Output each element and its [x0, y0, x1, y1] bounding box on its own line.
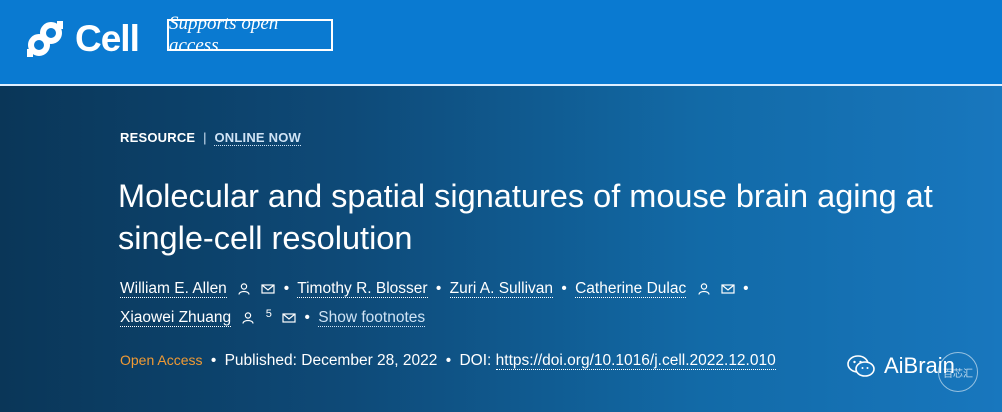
- wechat-icon: [847, 355, 875, 377]
- email-icon[interactable]: [261, 283, 276, 295]
- author-name[interactable]: William E. Allen: [120, 280, 227, 298]
- article-title: Molecular and spatial signatures of mous…: [118, 178, 933, 256]
- person-icon[interactable]: [237, 283, 251, 295]
- email-icon[interactable]: [282, 312, 296, 324]
- info-separator: •: [210, 352, 217, 369]
- author-separator: •: [283, 280, 290, 297]
- journal-header: Cell Supports open access: [0, 0, 1002, 84]
- author-list: William E. Allen • Timothy R. Blosser • …: [120, 274, 880, 332]
- affiliation-footnote[interactable]: 5: [266, 308, 272, 320]
- watermark-seal: 百芯汇: [938, 352, 978, 392]
- author-separator: •: [561, 280, 567, 297]
- logo-text: Cell: [75, 18, 140, 59]
- doi-link[interactable]: https://doi.org/10.1016/j.cell.2022.12.0…: [495, 352, 776, 370]
- author-separator: •: [435, 280, 442, 297]
- author-line-1: William E. Allen • Timothy R. Blosser • …: [120, 274, 880, 303]
- author-name[interactable]: Zuri A. Sullivan: [449, 280, 554, 298]
- author-line-2: Xiaowei Zhuang 5 • Show footnotes: [120, 303, 880, 332]
- email-icon[interactable]: [721, 283, 735, 295]
- published-date: Published: December 28, 2022: [224, 352, 438, 369]
- cell-logo[interactable]: Cell: [25, 18, 140, 60]
- doi-label: DOI:: [459, 352, 492, 369]
- publication-info: Open Access • Published: December 28, 20…: [120, 352, 776, 370]
- person-icon[interactable]: [241, 312, 255, 324]
- show-footnotes-link[interactable]: Show footnotes: [318, 309, 426, 327]
- open-access-label: Open Access: [120, 352, 203, 368]
- author-name[interactable]: Catherine Dulac: [575, 280, 687, 298]
- watermark-seal-text: 百芯汇: [943, 368, 973, 380]
- author-separator: •: [743, 280, 749, 297]
- person-icon[interactable]: [697, 283, 711, 295]
- open-access-badge: Supports open access: [167, 13, 333, 56]
- info-separator: •: [445, 352, 452, 369]
- article-page: Cell Supports open access RESOURCE | ONL…: [0, 0, 1002, 412]
- author-separator: •: [304, 309, 310, 326]
- kicker-separator: |: [203, 130, 207, 145]
- article-kicker: RESOURCE | ONLINE NOW: [120, 130, 301, 146]
- cell-logo-icon: [27, 21, 63, 57]
- article-type: RESOURCE: [120, 130, 196, 145]
- author-name[interactable]: Xiaowei Zhuang: [120, 309, 232, 327]
- online-now-link[interactable]: ONLINE NOW: [214, 130, 301, 146]
- author-name[interactable]: Timothy R. Blosser: [297, 280, 428, 298]
